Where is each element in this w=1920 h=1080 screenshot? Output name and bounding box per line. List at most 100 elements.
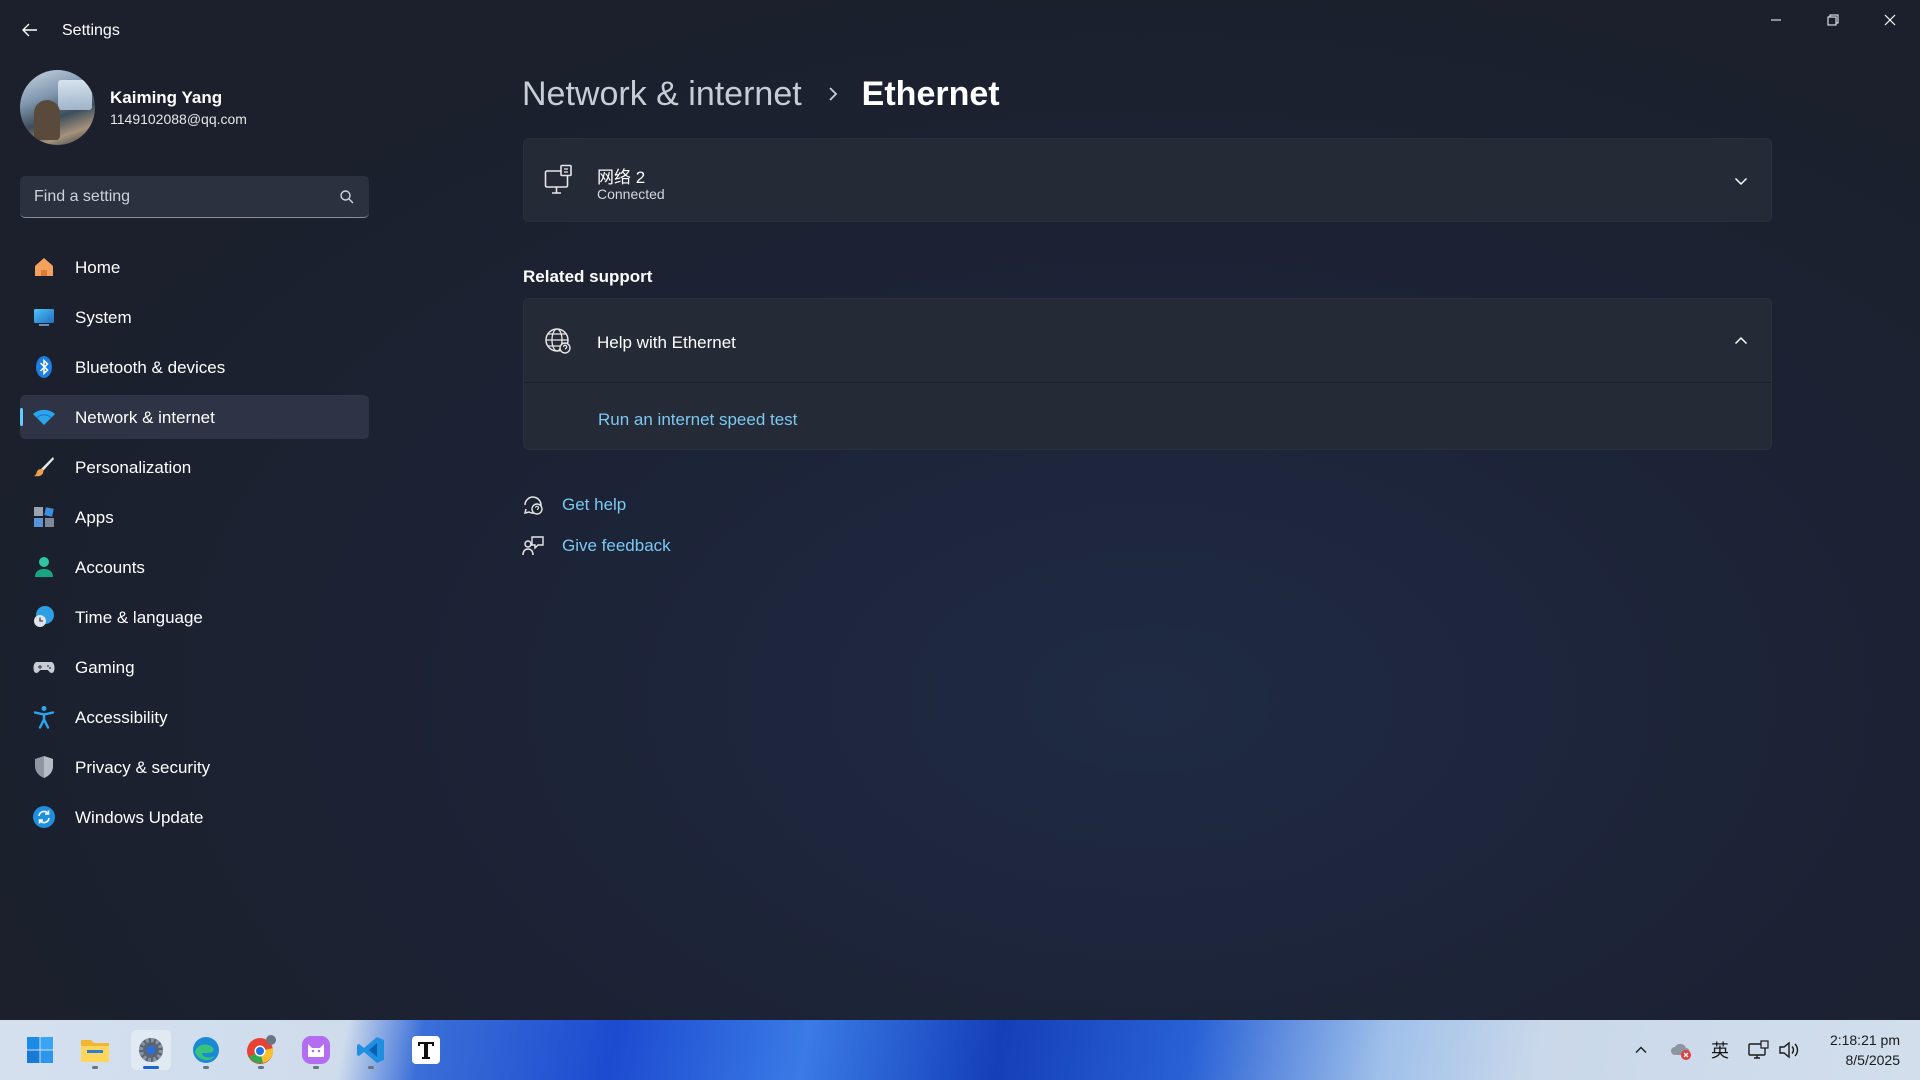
globe-help-icon (545, 328, 571, 354)
home-icon (35, 258, 53, 276)
help-expander[interactable]: Help with Ethernet (524, 299, 1771, 383)
sidebar-item-windows-update[interactable]: Windows Update (20, 795, 369, 839)
typora-icon (412, 1036, 440, 1064)
network-status-icon (1748, 1040, 1769, 1059)
cat-app-icon (302, 1036, 330, 1064)
restore-button[interactable] (1805, 0, 1861, 40)
taskbar-file-explorer[interactable] (75, 1030, 115, 1070)
sidebar-item-label: Accounts (75, 558, 145, 577)
sidebar-item-accounts[interactable]: Accounts (20, 545, 369, 589)
edge-icon (193, 1037, 219, 1063)
clock-date: 8/5/2025 (1845, 1052, 1901, 1068)
update-icon (33, 806, 55, 828)
give-feedback-link[interactable]: Give feedback (522, 535, 671, 557)
tray-volume[interactable] (1776, 1035, 1802, 1065)
taskbar-cat-app[interactable] (296, 1030, 336, 1070)
taskbar-typora[interactable] (406, 1030, 446, 1070)
sidebar-item-label: Accessibility (75, 708, 168, 727)
gamepad-icon (33, 662, 55, 673)
sidebar-item-label: Personalization (75, 458, 192, 477)
time-language-icon (34, 606, 54, 627)
back-button[interactable] (14, 16, 46, 44)
sidebar-item-accessibility[interactable]: Accessibility (20, 695, 369, 739)
help-card: Help with Ethernet Run an internet speed… (523, 298, 1772, 450)
page-title: Ethernet (861, 74, 1000, 113)
close-button[interactable] (1862, 0, 1918, 40)
taskbar: 英 2:18:21 pm 8/5/2025 (0, 1020, 1920, 1080)
sidebar-item-label: Windows Update (75, 808, 204, 827)
clock-time: 2:18:21 pm (1829, 1032, 1900, 1048)
restore-icon (1827, 14, 1839, 26)
network-name: 网络 2 (597, 168, 646, 187)
minimize-button[interactable] (1748, 0, 1804, 40)
user-profile[interactable]: Kaiming Yang 1149102088@qq.com (20, 70, 370, 146)
related-support-heading: Related support (523, 267, 653, 286)
sidebar-item-label: Network & internet (75, 408, 215, 427)
chevron-down-icon[interactable] (1733, 173, 1749, 189)
tray-ime[interactable]: 英 (1706, 1035, 1734, 1065)
get-help-label[interactable]: Get help (562, 495, 626, 515)
speed-test-link[interactable]: Run an internet speed test (598, 410, 797, 430)
sidebar-item-personalization[interactable]: Personalization (20, 445, 369, 489)
brush-icon (34, 457, 54, 477)
get-help-link[interactable]: Get help (522, 494, 626, 516)
sidebar-item-system[interactable]: System (20, 295, 369, 339)
settings-icon (139, 1038, 163, 1062)
sidebar-item-label: System (75, 308, 132, 327)
taskbar-vscode[interactable] (351, 1030, 391, 1070)
chevron-right-icon (829, 87, 837, 101)
profile-email: 1149102088@qq.com (110, 111, 247, 127)
minimize-icon (1771, 19, 1781, 21)
tray-overflow-button[interactable] (1628, 1035, 1654, 1065)
sidebar-item-gaming[interactable]: Gaming (20, 645, 369, 689)
feedback-icon (522, 536, 544, 556)
sidebar-item-label: Apps (75, 508, 114, 527)
title-bar: Settings (0, 0, 1920, 60)
tray-network[interactable] (1745, 1035, 1773, 1065)
cloud-error-icon (1671, 1043, 1691, 1060)
get-help-icon (523, 496, 543, 515)
volume-icon (1779, 1041, 1799, 1059)
apps-icon (34, 507, 54, 527)
give-feedback-label[interactable]: Give feedback (562, 536, 671, 556)
sidebar-item-network[interactable]: Network & internet (20, 395, 369, 439)
start-icon (27, 1037, 53, 1063)
breadcrumb-parent[interactable]: Network & internet (522, 75, 802, 114)
sidebar-item-apps[interactable]: Apps (20, 495, 369, 539)
app-title: Settings (62, 22, 120, 39)
chevron-up-icon (1635, 1046, 1647, 1053)
sidebar-item-label: Home (75, 258, 121, 277)
chrome-icon (247, 1035, 276, 1064)
network-card[interactable]: 网络 2 Connected (523, 138, 1772, 222)
search-icon[interactable] (339, 189, 355, 205)
search-box[interactable]: Find a setting (20, 176, 369, 218)
settings-window: Settings Kaiming Yang 1149102088@qq.com … (0, 0, 1920, 1020)
sidebar-item-label: Time & language (75, 608, 203, 627)
ethernet-pc-icon (544, 164, 572, 194)
breadcrumb: Network & internet Ethernet (522, 72, 1000, 116)
shield-icon (35, 756, 53, 778)
sidebar-item-bluetooth[interactable]: Bluetooth & devices (20, 345, 369, 389)
back-arrow-icon (22, 23, 37, 37)
taskbar-clock[interactable]: 2:18:21 pm 8/5/2025 (1800, 1030, 1900, 1070)
accessibility-icon (33, 706, 55, 729)
sidebar-item-privacy[interactable]: Privacy & security (20, 745, 369, 789)
system-icon (34, 309, 54, 326)
search-input[interactable]: Find a setting (34, 188, 130, 206)
close-icon (1884, 14, 1896, 26)
avatar (20, 70, 95, 145)
chevron-up-icon[interactable] (1733, 333, 1749, 349)
taskbar-chrome[interactable] (241, 1030, 281, 1070)
sidebar-item-home[interactable]: Home (20, 245, 369, 289)
file-explorer-icon (81, 1040, 109, 1062)
sidebar-item-time-language[interactable]: Time & language (20, 595, 369, 639)
start-button[interactable] (20, 1030, 60, 1070)
sidebar-nav: Home System Bluetooth & devices Network … (20, 245, 369, 845)
wifi-icon (33, 409, 55, 425)
taskbar-edge[interactable] (186, 1030, 226, 1070)
sidebar-item-label: Privacy & security (75, 758, 211, 777)
taskbar-settings[interactable] (131, 1030, 171, 1070)
accounts-icon (35, 557, 53, 577)
tray-cloud-error[interactable] (1667, 1035, 1695, 1065)
sidebar-item-label: Bluetooth & devices (75, 358, 226, 377)
